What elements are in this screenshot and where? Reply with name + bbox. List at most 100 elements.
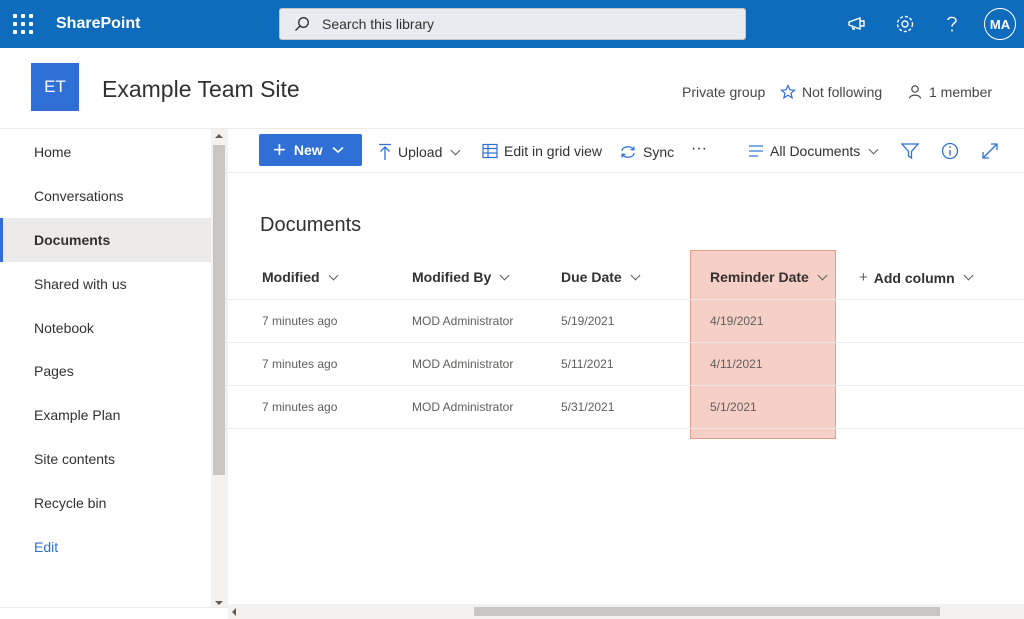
edit-grid-button[interactable]: Edit in grid view	[482, 143, 602, 159]
nav-item-conversations[interactable]: Conversations	[0, 174, 211, 218]
cell-due-date: 5/31/2021	[561, 400, 615, 414]
cell-modified-by[interactable]: MOD Administrator	[412, 314, 513, 328]
column-header-label: Add column	[873, 269, 955, 286]
search-box[interactable]	[279, 8, 746, 40]
nav-item-label: Shared with us	[34, 276, 127, 292]
cell-modified: 7 minutes ago	[262, 400, 338, 414]
nav-item-example-plan[interactable]: Example Plan	[0, 393, 211, 437]
nav-item-label: Edit	[34, 539, 59, 555]
members-button[interactable]: 1 member	[907, 84, 992, 100]
expand-icon[interactable]	[980, 141, 1000, 161]
cell-reminder-date: 4/19/2021	[710, 314, 764, 328]
column-header-label: Due Date	[561, 269, 622, 285]
cell-reminder-date: 4/11/2021	[710, 357, 763, 371]
left-nav: Home Conversations Documents Shared with…	[0, 129, 213, 607]
plus-icon: +	[859, 269, 868, 286]
nav-item-label: Notebook	[34, 320, 94, 336]
gear-icon[interactable]	[893, 12, 917, 36]
nav-item-recycle-bin[interactable]: Recycle bin	[0, 481, 211, 525]
column-header-modified[interactable]: Modified	[262, 269, 338, 285]
more-options-icon: ···	[691, 140, 707, 157]
nav-item-shared-with-us[interactable]: Shared with us	[0, 262, 211, 306]
site-header: ET Example Team Site Private group Not f…	[0, 48, 1024, 129]
privacy-text: Private group	[682, 84, 766, 100]
nav-edit-link[interactable]: Edit	[0, 525, 211, 569]
nav-item-label: Conversations	[34, 188, 124, 204]
chevron-down-icon	[450, 145, 461, 155]
upload-label: Upload	[398, 144, 443, 160]
person-icon	[908, 85, 922, 99]
chevron-down-icon	[630, 270, 641, 280]
scroll-up-icon[interactable]	[215, 134, 223, 138]
upload-button[interactable]: Upload	[378, 143, 461, 161]
table-row[interactable]: 7 minutes ago MOD Administrator 5/11/202…	[228, 343, 1024, 386]
info-icon[interactable]	[940, 141, 960, 161]
sync-label: Sync	[643, 144, 675, 160]
cell-due-date: 5/19/2021	[561, 314, 615, 328]
more-options-button[interactable]: ···	[691, 140, 707, 158]
command-bar: + New Upload Edit in grid view Sync ··· …	[228, 129, 1024, 173]
nav-scrollbar[interactable]	[211, 129, 228, 607]
search-input[interactable]	[322, 9, 732, 39]
column-header-reminder-date[interactable]: Reminder Date	[710, 269, 828, 285]
nav-item-label: Documents	[34, 232, 111, 248]
column-header-label: Modified By	[412, 269, 492, 285]
nav-item-pages[interactable]: Pages	[0, 349, 211, 393]
column-header-due-date[interactable]: Due Date	[561, 269, 641, 285]
help-icon[interactable]	[940, 12, 964, 36]
site-title[interactable]: Example Team Site	[102, 76, 300, 103]
scroll-down-icon[interactable]	[215, 601, 223, 605]
nav-item-notebook[interactable]: Notebook	[0, 306, 211, 350]
sync-button[interactable]: Sync	[619, 143, 674, 161]
list-view-icon	[749, 145, 763, 157]
horizontal-scrollbar[interactable]	[228, 604, 1024, 619]
grid-icon	[482, 143, 498, 159]
nav-footer	[0, 607, 228, 619]
follow-button[interactable]: Not following	[780, 84, 882, 100]
column-header-label: Reminder Date	[710, 269, 809, 285]
cell-modified: 7 minutes ago	[262, 357, 338, 371]
chevron-down-icon	[499, 270, 510, 280]
column-header-modified-by[interactable]: Modified By	[412, 269, 510, 285]
filter-icon[interactable]	[900, 141, 920, 161]
privacy-label: Private group	[682, 84, 765, 100]
new-button[interactable]: + New	[259, 134, 362, 166]
view-selector[interactable]: All Documents	[748, 143, 879, 159]
site-logo[interactable]: ET	[31, 63, 79, 111]
cell-reminder-date: 5/1/2021	[710, 400, 757, 414]
view-label: All Documents	[770, 143, 861, 159]
sync-icon	[621, 146, 635, 158]
nav-item-site-contents[interactable]: Site contents	[0, 437, 211, 481]
star-icon	[780, 84, 796, 100]
main-content: + New Upload Edit in grid view Sync ··· …	[228, 129, 1024, 604]
cell-modified-by[interactable]: MOD Administrator	[412, 357, 513, 371]
new-label: New	[293, 142, 323, 158]
nav-item-label: Example Plan	[34, 407, 121, 423]
search-icon	[295, 17, 309, 31]
follow-label: Not following	[802, 84, 883, 100]
scroll-thumb[interactable]	[474, 607, 940, 616]
avatar[interactable]: MA	[984, 8, 1016, 40]
nav-item-label: Recycle bin	[34, 495, 107, 511]
library-title: Documents	[260, 214, 362, 236]
chevron-down-icon	[332, 146, 344, 154]
app-name[interactable]: SharePoint	[56, 15, 140, 33]
plus-icon: +	[273, 137, 286, 162]
add-column-button[interactable]: + Add column	[859, 269, 974, 286]
scroll-left-icon[interactable]	[232, 608, 236, 616]
megaphone-icon[interactable]	[845, 12, 869, 36]
suite-bar: SharePoint MA	[0, 0, 1024, 48]
scroll-thumb[interactable]	[213, 145, 225, 475]
nav-item-documents[interactable]: Documents	[0, 218, 211, 262]
table-row[interactable]: 7 minutes ago MOD Administrator 5/19/202…	[228, 300, 1024, 343]
chevron-down-icon	[328, 270, 338, 280]
cell-modified: 7 minutes ago	[262, 314, 338, 328]
nav-item-label: Home	[34, 144, 72, 160]
table-row[interactable]: 7 minutes ago MOD Administrator 5/31/202…	[228, 386, 1024, 429]
app-launcher-icon[interactable]	[13, 14, 33, 34]
chevron-down-icon	[817, 270, 828, 280]
nav-item-home[interactable]: Home	[0, 130, 211, 174]
cell-modified-by[interactable]: MOD Administrator	[412, 400, 513, 414]
nav-item-label: Pages	[34, 363, 74, 379]
cell-due-date: 5/11/2021	[561, 357, 614, 371]
